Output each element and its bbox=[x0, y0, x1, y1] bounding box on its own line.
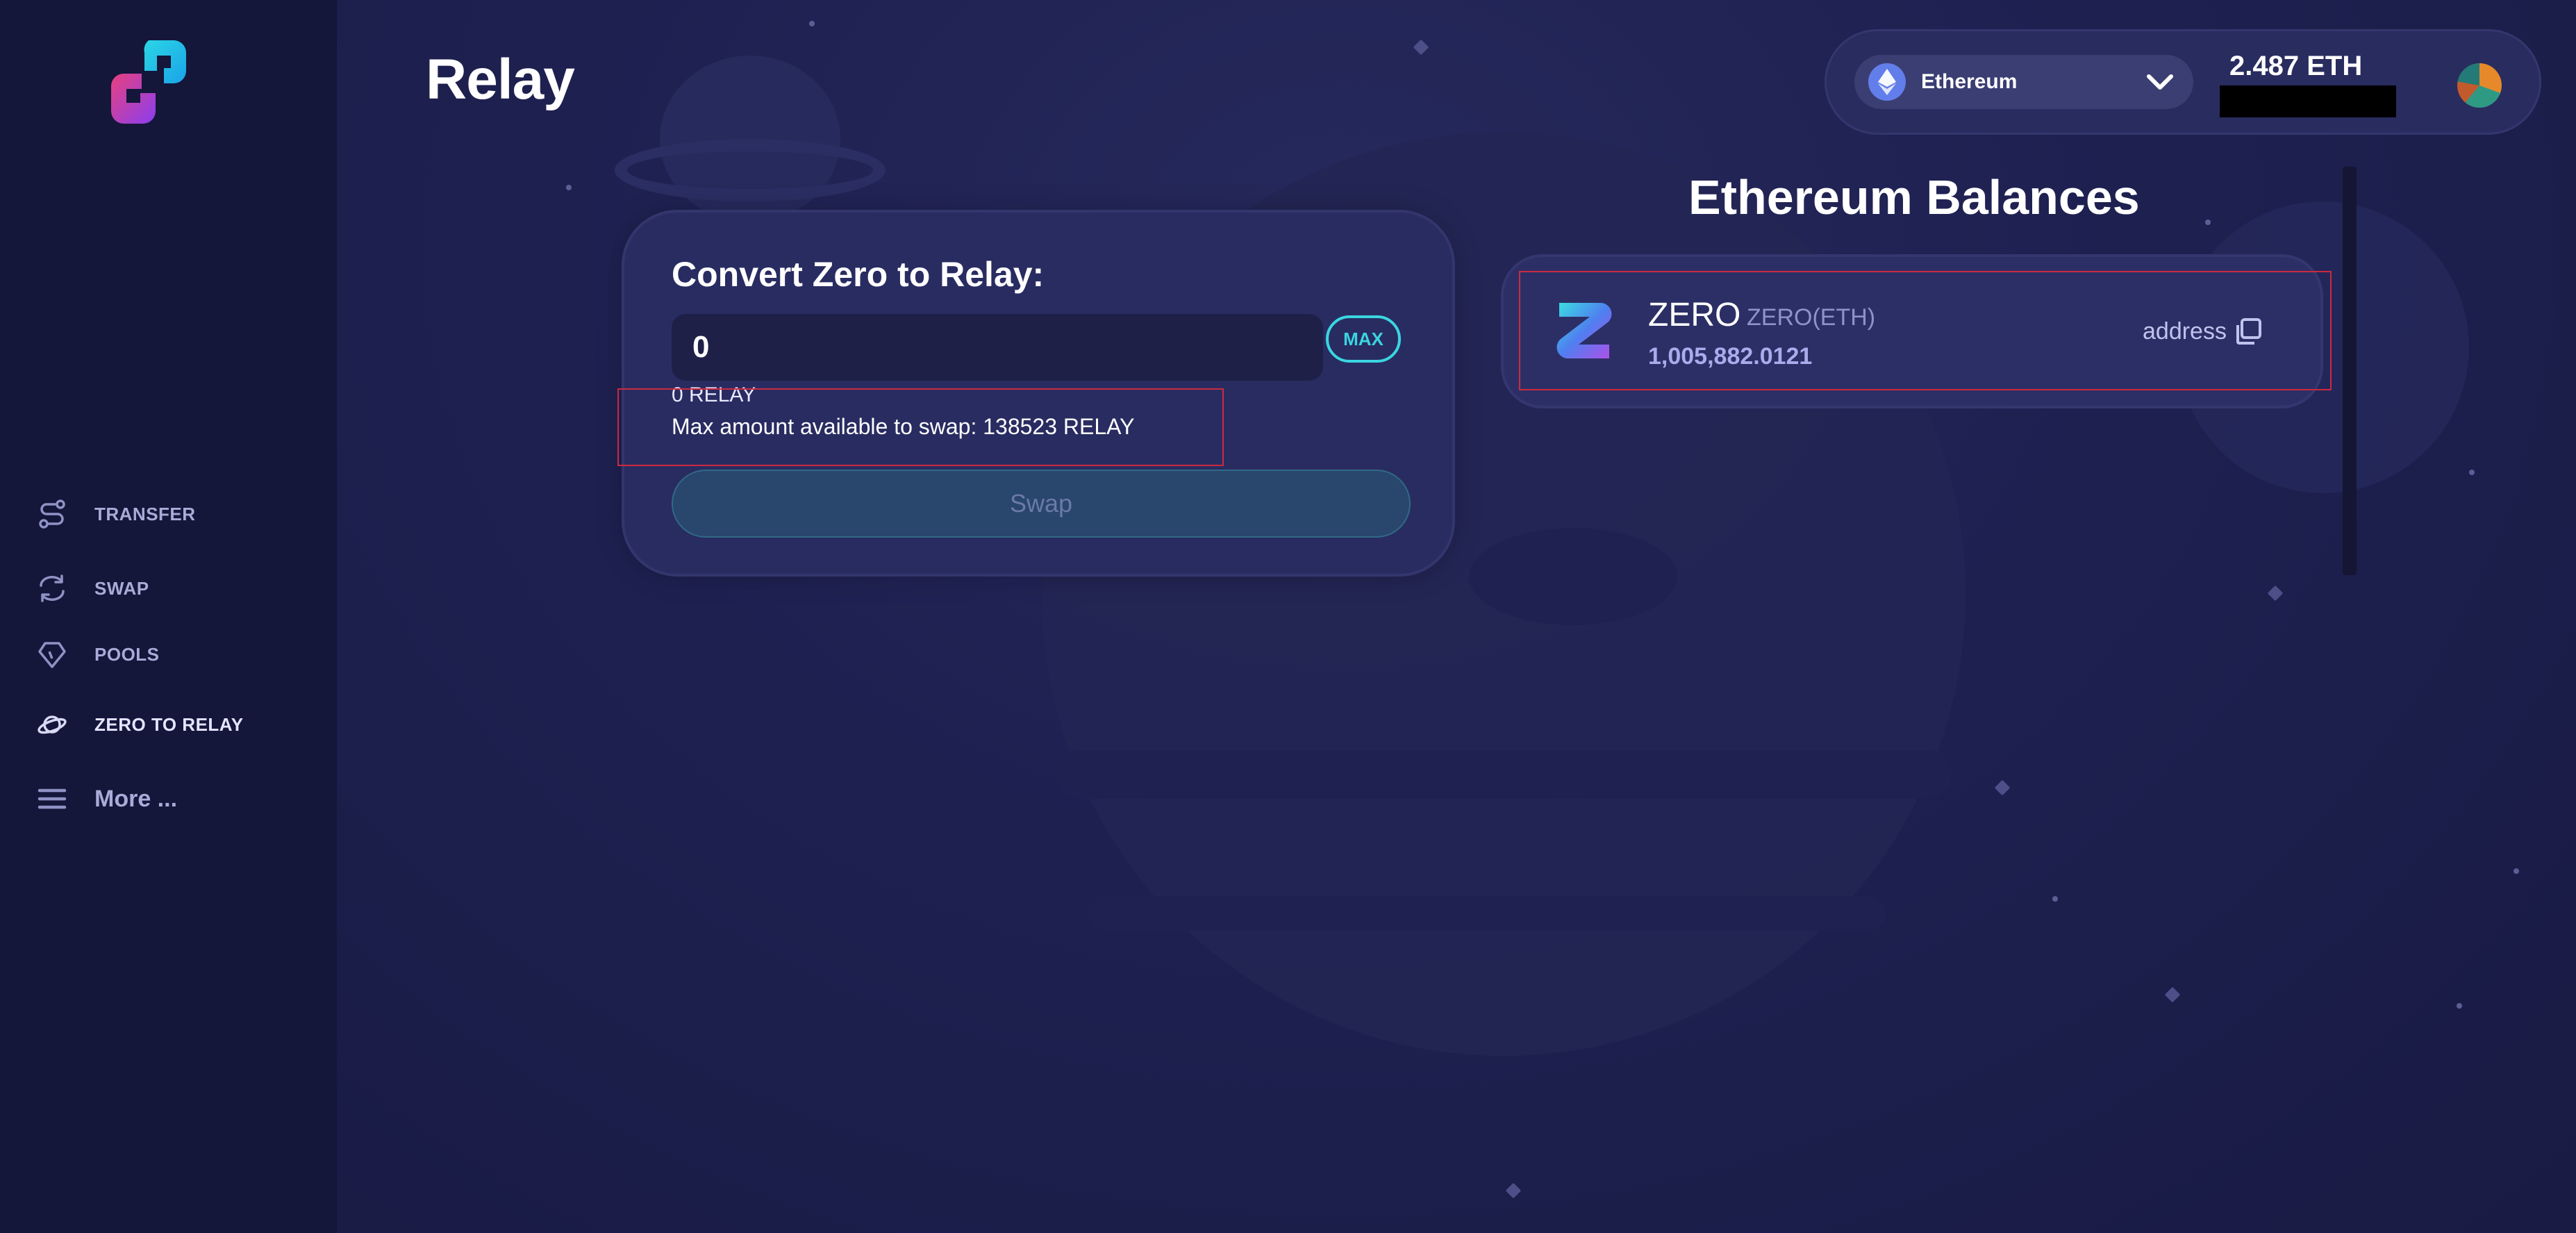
star bbox=[2513, 868, 2519, 874]
star bbox=[2205, 220, 2211, 225]
transfer-route-icon bbox=[35, 497, 69, 531]
address-label: address bbox=[2143, 317, 2227, 345]
wallet-header: Ethereum 2.487 ETH bbox=[1825, 29, 2541, 135]
page-title: Relay bbox=[426, 48, 575, 111]
max-button[interactable]: MAX bbox=[1326, 315, 1401, 363]
sidebar-item-zero-to-relay[interactable]: ZERO TO RELAY bbox=[35, 704, 313, 745]
background-planet-ring bbox=[615, 139, 886, 201]
star bbox=[566, 185, 572, 190]
planet-icon bbox=[35, 707, 69, 742]
wallet-balance: 2.487 ETH bbox=[2229, 51, 2363, 81]
star bbox=[2267, 585, 2284, 602]
sidebar-item-label: POOLS bbox=[94, 643, 160, 665]
chevron-down-icon bbox=[2147, 74, 2173, 90]
sidebar-item-transfer[interactable]: TRANSFER bbox=[35, 493, 313, 535]
star bbox=[2457, 1003, 2462, 1009]
convert-card: Convert Zero to Relay: MAX 0 RELAY Max a… bbox=[622, 210, 1455, 577]
redacted-wallet-address bbox=[2220, 85, 2396, 117]
sidebar-item-label: More ... bbox=[94, 785, 178, 812]
token-balance: 1,005,882.0121 bbox=[1648, 343, 1813, 370]
diamond-icon bbox=[35, 637, 69, 672]
copy-icon bbox=[2236, 318, 2261, 345]
relay-logo-icon[interactable] bbox=[108, 38, 203, 132]
sidebar-item-more[interactable]: More ... bbox=[35, 778, 313, 820]
sidebar-item-label: TRANSFER bbox=[94, 503, 196, 524]
amount-input[interactable] bbox=[672, 314, 1323, 381]
ethereum-icon bbox=[1868, 63, 1906, 101]
balances-title: Ethereum Balances bbox=[1688, 170, 2140, 224]
sidebar-item-swap[interactable]: SWAP bbox=[35, 568, 313, 609]
hamburger-menu-icon bbox=[35, 781, 69, 816]
star bbox=[1994, 779, 2011, 796]
star bbox=[2052, 896, 2058, 902]
sidebar-item-label: ZERO TO RELAY bbox=[94, 713, 244, 735]
token-card: ZERO ZERO(ETH) 1,005,882.0121 address bbox=[1501, 254, 2323, 408]
swap-arrows-icon bbox=[35, 571, 69, 606]
background-planet-band bbox=[1087, 896, 1886, 931]
network-selector[interactable]: Ethereum bbox=[1854, 55, 2193, 109]
background-crater bbox=[1469, 528, 1677, 625]
zero-token-icon bbox=[1556, 303, 1612, 358]
token-chain: ZERO(ETH) bbox=[1747, 304, 1876, 331]
relay-estimate: 0 RELAY bbox=[672, 383, 756, 406]
sidebar-item-pools[interactable]: POOLS bbox=[35, 634, 313, 675]
swap-button[interactable]: Swap bbox=[672, 470, 1411, 538]
sidebar: TRANSFER SWAP POOLS ZERO TO RELAY More .… bbox=[0, 0, 337, 1233]
background-planet-band bbox=[1056, 750, 1952, 799]
convert-title: Convert Zero to Relay: bbox=[672, 255, 1045, 294]
star bbox=[1505, 1182, 1522, 1199]
star bbox=[809, 21, 815, 26]
star bbox=[1413, 39, 1429, 56]
network-label: Ethereum bbox=[1921, 70, 2018, 93]
max-available-text: Max amount available to swap: 138523 REL… bbox=[672, 414, 1135, 439]
avatar[interactable] bbox=[2457, 63, 2502, 108]
main-content: Relay Ethereum 2.487 ETH Convert Zero to… bbox=[337, 0, 2576, 1233]
balances-scrollbar[interactable] bbox=[2343, 167, 2357, 575]
star bbox=[2164, 986, 2181, 1003]
sidebar-item-label: SWAP bbox=[94, 577, 149, 599]
token-symbol: ZERO bbox=[1648, 297, 1741, 333]
copy-address-button[interactable]: address bbox=[2143, 317, 2263, 346]
star bbox=[2469, 470, 2475, 475]
